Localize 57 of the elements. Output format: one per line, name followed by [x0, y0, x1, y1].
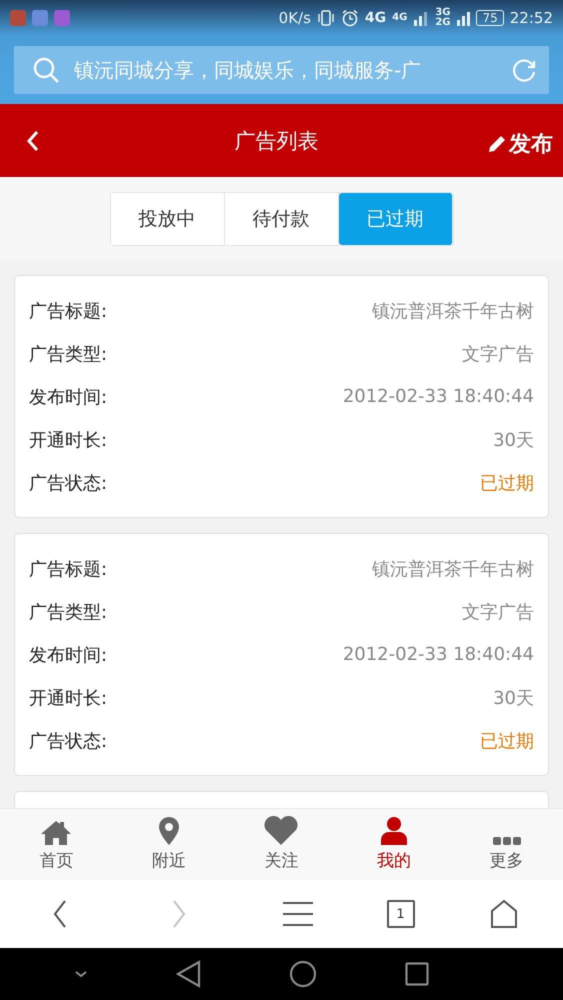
field-label: 广告标题:	[29, 558, 108, 580]
field-label: 广告状态:	[29, 730, 108, 752]
tab-count-button[interactable]: 1	[386, 900, 414, 928]
nav-tab[interactable]: 更多	[450, 809, 563, 880]
network-speed: 0K/s	[278, 9, 311, 27]
field-label: 开通时长:	[29, 686, 108, 710]
status-value: 已过期	[480, 730, 534, 752]
back-icon[interactable]	[176, 960, 202, 988]
app-icon	[54, 10, 70, 26]
app-icon	[32, 10, 48, 26]
field-value: 文字广告	[462, 600, 534, 624]
search-icon	[32, 56, 60, 84]
field-label: 发布时间:	[29, 644, 108, 666]
home-icon	[40, 820, 72, 846]
field-value: 镇沅普洱茶千年古树	[372, 300, 534, 322]
home-icon[interactable]	[490, 899, 518, 929]
publish-button[interactable]: 发布	[487, 128, 553, 158]
menu-icon[interactable]	[282, 901, 314, 927]
field-label: 开通时长:	[29, 428, 108, 452]
field-value: 30天	[493, 686, 534, 710]
field-value: 30天	[493, 428, 534, 452]
page-title: 广告列表	[234, 128, 320, 154]
heart-icon	[263, 816, 300, 846]
network-type: 4G	[392, 13, 408, 23]
field-label: 发布时间:	[29, 386, 108, 408]
nav-tab[interactable]: 附近	[112, 809, 226, 880]
user-icon	[379, 816, 410, 846]
signal-icon	[456, 10, 470, 26]
pencil-icon	[487, 134, 507, 154]
nav-tab[interactable]: 关注	[225, 809, 338, 880]
app-icon	[10, 10, 26, 26]
network-type: 2G	[435, 18, 450, 28]
battery-level: 75	[476, 10, 504, 26]
collapse-icon[interactable]	[74, 969, 88, 979]
network-type: 3G	[435, 8, 450, 18]
more-icon	[492, 836, 522, 846]
signal-icon	[413, 10, 430, 26]
back-icon[interactable]	[52, 899, 66, 929]
field-label: 广告标题:	[29, 300, 108, 322]
location-pin-icon	[158, 816, 180, 846]
alarm-icon	[340, 9, 359, 27]
field-label: 广告类型:	[29, 342, 108, 366]
nav-tab[interactable]: 我的	[338, 809, 450, 880]
home-icon[interactable]	[289, 960, 318, 988]
field-value: 文字广告	[462, 342, 534, 366]
clock: 22:52	[510, 9, 553, 27]
field-value: 2012-02-33 18:40:44	[342, 644, 534, 665]
field-value: 镇沅普洱茶千年古树	[372, 558, 534, 580]
vibrate-icon	[316, 9, 335, 27]
field-label: 广告状态:	[29, 472, 108, 494]
network-type: 4G	[364, 10, 386, 26]
field-label: 广告类型:	[29, 600, 108, 624]
filter-tab[interactable]: 投放中	[110, 192, 224, 244]
recents-icon[interactable]	[405, 962, 430, 986]
nav-tab[interactable]: 首页	[0, 809, 113, 880]
status-value: 已过期	[480, 472, 534, 494]
field-value: 2012-02-33 18:40:44	[342, 386, 534, 407]
